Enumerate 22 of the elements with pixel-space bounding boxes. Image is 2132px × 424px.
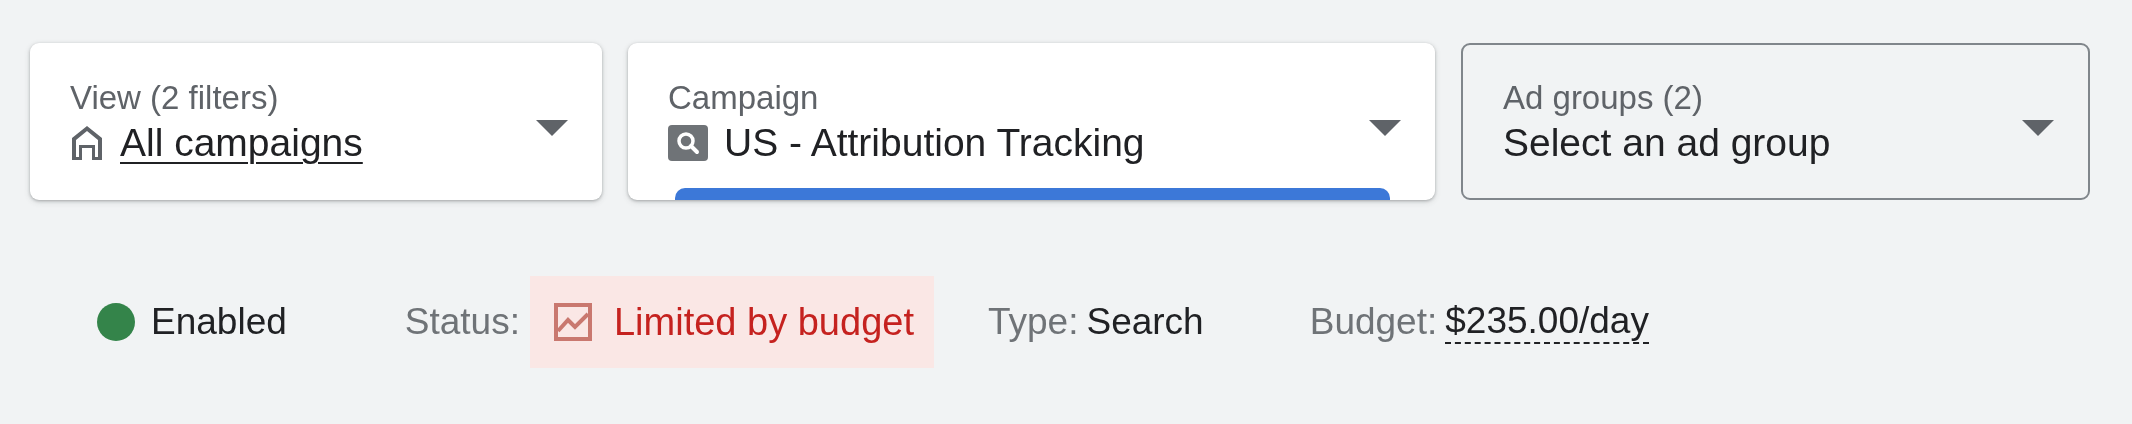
type-value: Search <box>1086 300 1204 345</box>
selected-value-link: All campaigns <box>120 119 363 166</box>
budget-label: Budget: <box>1309 300 1438 345</box>
caret-icon <box>1369 119 1401 136</box>
budget-value: $235.00/day <box>1445 299 1649 345</box>
caret-icon <box>536 119 568 136</box>
search-icon <box>668 125 708 162</box>
dropdown[interactable]: View (2 filters) All campaigns <box>30 43 602 200</box>
selected-value: Select an ad group <box>1503 119 1831 166</box>
caret-icon <box>2022 119 2054 136</box>
enabled-text: Enabled <box>151 300 287 345</box>
status-label: Status: <box>404 300 520 345</box>
dropdown-label: Campaign <box>668 79 819 117</box>
dropdown[interactable]: Campaign US - Attribution Tracking <box>628 43 1435 200</box>
type-label: Type: <box>987 300 1079 345</box>
status-text: Limited by budget <box>614 299 914 345</box>
dropdown[interactable]: Ad groups (2) Select an ad group <box>1461 43 2090 200</box>
chart-icon <box>554 303 592 341</box>
home-icon <box>70 124 104 163</box>
dropdown-label: Ad groups (2) <box>1503 79 1703 117</box>
dropdown-label: View (2 filters) <box>70 79 279 117</box>
selected-value: US - Attribution Tracking <box>724 119 1145 166</box>
